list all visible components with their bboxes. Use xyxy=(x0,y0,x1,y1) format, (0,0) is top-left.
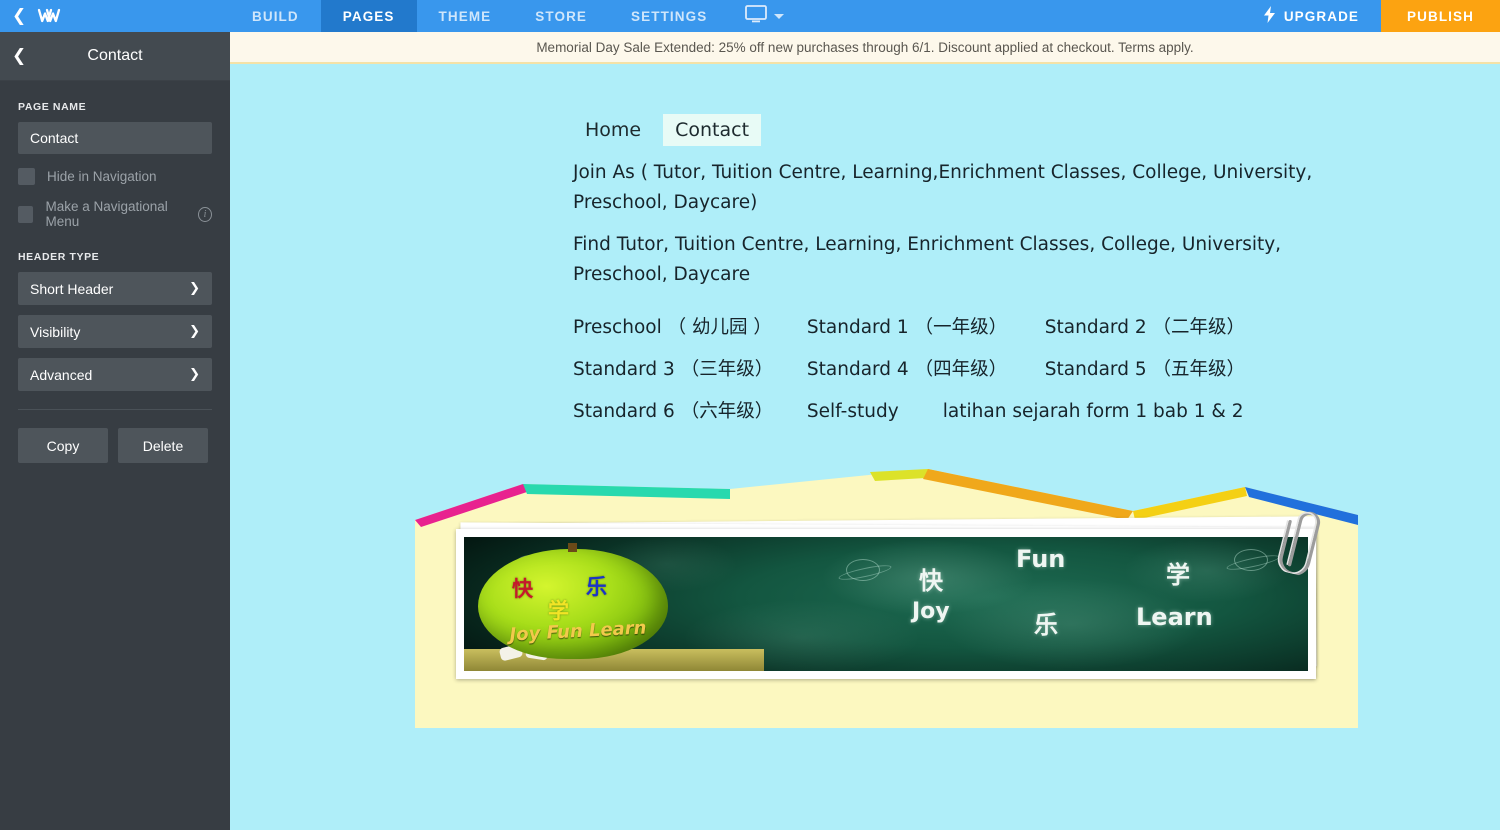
sidebar-divider xyxy=(18,409,212,410)
advanced-label: Advanced xyxy=(30,366,93,383)
header-type-select[interactable]: Short Header ❯ xyxy=(18,272,212,305)
chalk-word: 乐 xyxy=(1034,611,1058,640)
advanced-row[interactable]: Advanced ❯ xyxy=(18,358,212,391)
chalkboard-photo: 快 乐 学 Joy Fun Learn 快 Joy Fun 乐 学 Learn xyxy=(464,537,1308,672)
promo-banner: Memorial Day Sale Extended: 25% off new … xyxy=(230,32,1500,64)
publish-button[interactable]: PUBLISH xyxy=(1381,0,1500,32)
sidebar-header: ❮ Contact xyxy=(0,32,230,81)
level-cell[interactable]: Standard 2 （二年级） xyxy=(1045,312,1245,344)
level-cell[interactable]: Standard 1 （一年级） xyxy=(807,312,1039,344)
level-row: Standard 3 （三年级） Standard 4 （四年级） Standa… xyxy=(573,354,1470,386)
photo-stack: 快 乐 学 Joy Fun Learn 快 Joy Fun 乐 学 Learn xyxy=(456,512,1326,680)
visibility-row[interactable]: Visibility ❯ xyxy=(18,315,212,348)
torn-paper-banner: 快 乐 学 Joy Fun Learn 快 Joy Fun 乐 学 Learn xyxy=(230,463,1500,830)
editor-top-bar: ❮ BUILD PAGES THEME STORE SETTINGS UPGRA… xyxy=(0,0,1500,32)
site-content: Home Contact Join As ( Tutor, Tuition Ce… xyxy=(230,64,1500,830)
hide-in-navigation-checkbox[interactable]: Hide in Navigation xyxy=(18,168,212,185)
header-type-label: HEADER TYPE xyxy=(18,251,100,263)
make-navigational-menu-label: Make a Navigational Menu xyxy=(45,199,168,229)
apple-char-kuai: 快 xyxy=(512,578,533,602)
chalk-word: Joy xyxy=(912,599,950,625)
upgrade-button[interactable]: UPGRADE xyxy=(1241,0,1381,32)
topbar-left: ❮ xyxy=(0,0,230,32)
chalk-word: Learn xyxy=(1136,603,1213,632)
sidebar-back-icon[interactable]: ❮ xyxy=(12,46,38,66)
tab-settings[interactable]: SETTINGS xyxy=(609,0,729,32)
site-text-block: Join As ( Tutor, Tuition Centre, Learnin… xyxy=(230,158,1500,427)
chalk-word: Fun xyxy=(1016,545,1066,574)
upgrade-label: UPGRADE xyxy=(1283,8,1360,24)
hide-in-navigation-label: Hide in Navigation xyxy=(47,169,157,184)
lightning-bolt-icon xyxy=(1263,6,1276,26)
apple-stem xyxy=(568,543,577,553)
site-navigation: Home Contact xyxy=(230,64,1500,146)
checkbox-box xyxy=(18,205,34,223)
level-cell[interactable]: Standard 4 （四年级） xyxy=(807,354,1039,386)
join-as-paragraph: Join As ( Tutor, Tuition Centre, Learnin… xyxy=(573,162,1313,213)
checkbox-box xyxy=(18,168,35,185)
sidebar-actions: Copy Delete xyxy=(18,428,212,463)
sidebar-body: PAGE NAME Hide in Navigation Make a Navi… xyxy=(0,81,230,463)
site-nav-home[interactable]: Home xyxy=(573,114,653,146)
sidebar-title: Contact xyxy=(87,47,143,64)
chevron-left-icon[interactable]: ❮ xyxy=(12,7,26,25)
page-name-input[interactable] xyxy=(18,122,212,154)
tab-store[interactable]: STORE xyxy=(513,0,609,32)
copy-button[interactable]: Copy xyxy=(18,428,108,463)
info-circle-icon[interactable]: i xyxy=(198,206,212,222)
level-cell[interactable]: Preschool （ 幼儿园 ） xyxy=(573,312,801,344)
find-tutor-paragraph: Find Tutor, Tuition Centre, Learning, En… xyxy=(573,233,1282,285)
site-preview-pane: Memorial Day Sale Extended: 25% off new … xyxy=(230,32,1500,830)
chalk-word: 学 xyxy=(1166,561,1190,590)
chalk-word: 快 xyxy=(919,567,943,596)
delete-button[interactable]: Delete xyxy=(118,428,208,463)
level-row: Standard 6 （六年级） Self-study latihan seja… xyxy=(573,396,1470,428)
header-type-value: Short Header xyxy=(30,280,114,297)
level-row: Preschool （ 幼儿园 ） Standard 1 （一年级） Stand… xyxy=(573,312,1470,344)
level-cell[interactable]: Standard 5 （五年级） xyxy=(1045,354,1245,386)
chevron-right-icon: ❯ xyxy=(189,367,200,382)
desktop-monitor-icon xyxy=(745,4,768,28)
page-name-label: PAGE NAME xyxy=(18,101,87,113)
visibility-label: Visibility xyxy=(30,323,81,340)
photo-frame[interactable]: 快 乐 学 Joy Fun Learn 快 Joy Fun 乐 学 Learn xyxy=(456,529,1316,680)
caret-down-icon xyxy=(774,13,785,19)
tab-build[interactable]: BUILD xyxy=(230,0,321,32)
device-preview-selector[interactable] xyxy=(729,0,794,32)
make-navigational-menu-checkbox[interactable]: Make a Navigational Menu i xyxy=(18,199,212,229)
level-cell[interactable]: Self-study xyxy=(807,396,937,428)
site-nav-contact[interactable]: Contact xyxy=(663,114,762,146)
chevron-down-icon: ❯ xyxy=(189,281,200,296)
level-cell[interactable]: Standard 6 （六年级） xyxy=(573,396,801,428)
editor-main-nav: BUILD PAGES THEME STORE SETTINGS xyxy=(230,0,729,32)
tab-pages[interactable]: PAGES xyxy=(320,0,417,32)
pages-sidebar: ❮ Contact PAGE NAME Hide in Navigation M… xyxy=(0,32,230,830)
level-cell[interactable]: Standard 3 （三年级） xyxy=(573,354,801,386)
tab-theme[interactable]: THEME xyxy=(417,0,514,32)
weebly-logo-icon[interactable] xyxy=(36,3,62,29)
apple-char-le: 乐 xyxy=(586,576,607,600)
chevron-right-icon: ❯ xyxy=(189,324,200,339)
level-cell[interactable]: latihan sejarah form 1 bab 1 & 2 xyxy=(943,396,1244,428)
